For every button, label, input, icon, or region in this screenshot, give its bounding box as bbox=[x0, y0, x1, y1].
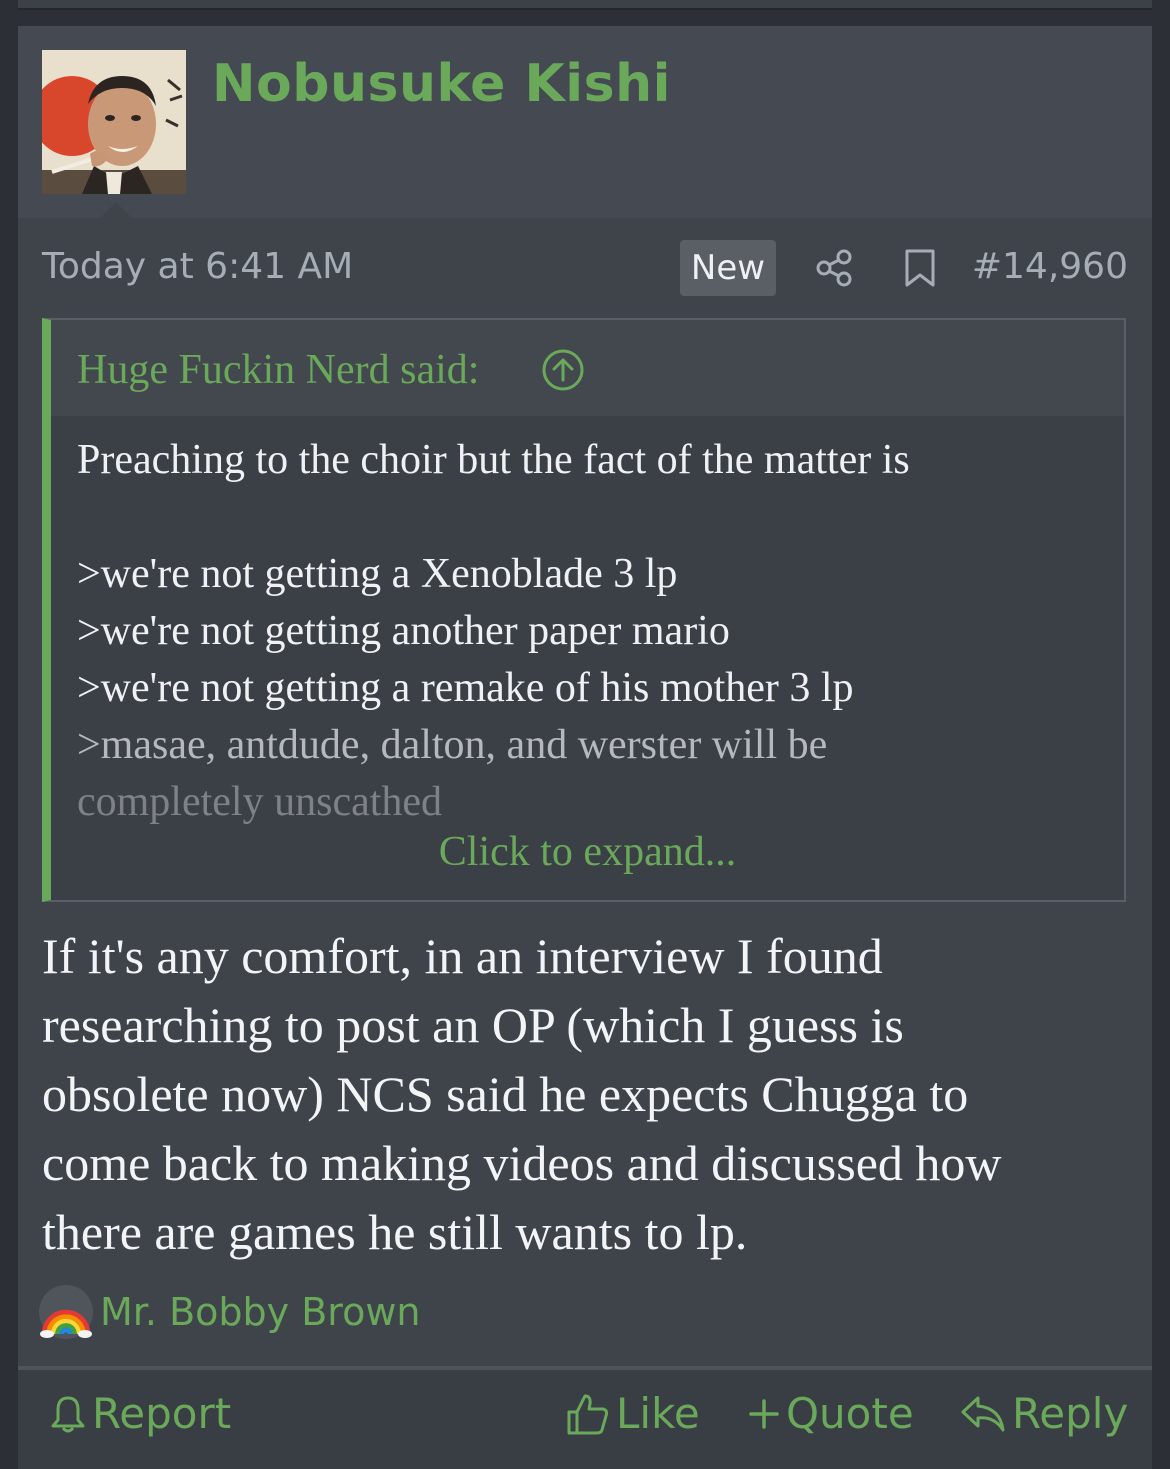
post-body-line: If it's any comfort, in an interview I f… bbox=[42, 928, 883, 984]
post-username[interactable]: Nobusuke Kishi bbox=[212, 54, 671, 114]
post-user-header: Nobusuke Kishi bbox=[18, 26, 1152, 218]
plus-icon bbox=[749, 1398, 779, 1429]
reply-label: Reply bbox=[1012, 1389, 1129, 1438]
quote-line: >masae, antdude, dalton, and werster wil… bbox=[77, 722, 828, 768]
post-number-link[interactable]: #14,960 bbox=[972, 246, 1128, 287]
quote-line: Preaching to the choir but the fact of t… bbox=[77, 437, 910, 483]
quote-header: Huge Fuckin Nerd said: bbox=[51, 320, 1124, 416]
bell-icon bbox=[51, 1396, 85, 1432]
quote-block: Huge Fuckin Nerd said: Preaching to the … bbox=[42, 318, 1126, 902]
post-actions: Report Like Quote Reply bbox=[18, 1370, 1152, 1469]
report-button[interactable]: Report bbox=[50, 1386, 231, 1442]
report-label: Report bbox=[92, 1389, 232, 1438]
post-date[interactable]: Today at 6:41 AM bbox=[42, 246, 353, 287]
post-meta: Today at 6:41 AM New #14,960 bbox=[42, 240, 1128, 296]
quote-line: >we're not getting a Xenoblade 3 lp bbox=[77, 551, 678, 597]
share-icon[interactable] bbox=[814, 248, 854, 288]
post-body-line: come back to making videos and discussed… bbox=[42, 1135, 1002, 1191]
quote-line: completely unscathed bbox=[77, 779, 443, 825]
click-to-expand-link[interactable]: Click to expand... bbox=[51, 828, 1124, 876]
quote-label: Quote bbox=[786, 1389, 914, 1438]
arrow-up-circle-icon[interactable] bbox=[541, 348, 585, 392]
reply-arrow-icon bbox=[961, 1396, 1005, 1431]
rainbow-icon bbox=[39, 1285, 93, 1339]
reaction-users-link[interactable]: Mr. Bobby Brown bbox=[100, 1290, 420, 1334]
quote-author[interactable]: Huge Fuckin Nerd said: bbox=[77, 346, 479, 394]
quote-body: Preaching to the choir but the fact of t… bbox=[77, 432, 1097, 831]
quote-line: >we're not getting another paper mario bbox=[77, 608, 730, 654]
quote-line bbox=[77, 489, 1097, 546]
like-button[interactable]: Like bbox=[566, 1386, 700, 1442]
post-body-line: researching to post an OP (which I guess… bbox=[42, 997, 904, 1053]
post-body-line: there are games he still wants to lp. bbox=[42, 1204, 748, 1260]
like-label: Like bbox=[616, 1389, 700, 1438]
user-avatar[interactable] bbox=[42, 50, 186, 194]
quote-line: >we're not getting a remake of his mothe… bbox=[77, 665, 854, 711]
forum-post: Nobusuke Kishi Today at 6:41 AM New #14,… bbox=[18, 26, 1152, 1469]
avatar-caret bbox=[100, 202, 132, 218]
new-badge: New bbox=[680, 240, 776, 296]
reply-button[interactable]: Reply bbox=[960, 1386, 1128, 1442]
post-body-line: obsolete now) NCS said he expects Chugga… bbox=[42, 1066, 969, 1122]
previous-post-edge bbox=[18, 0, 1152, 10]
thumbs-up-icon bbox=[567, 1394, 609, 1434]
bookmark-icon[interactable] bbox=[902, 248, 938, 288]
post-body: If it's any comfort, in an interview I f… bbox=[42, 922, 1132, 1267]
quote-button[interactable]: Quote bbox=[748, 1386, 914, 1442]
